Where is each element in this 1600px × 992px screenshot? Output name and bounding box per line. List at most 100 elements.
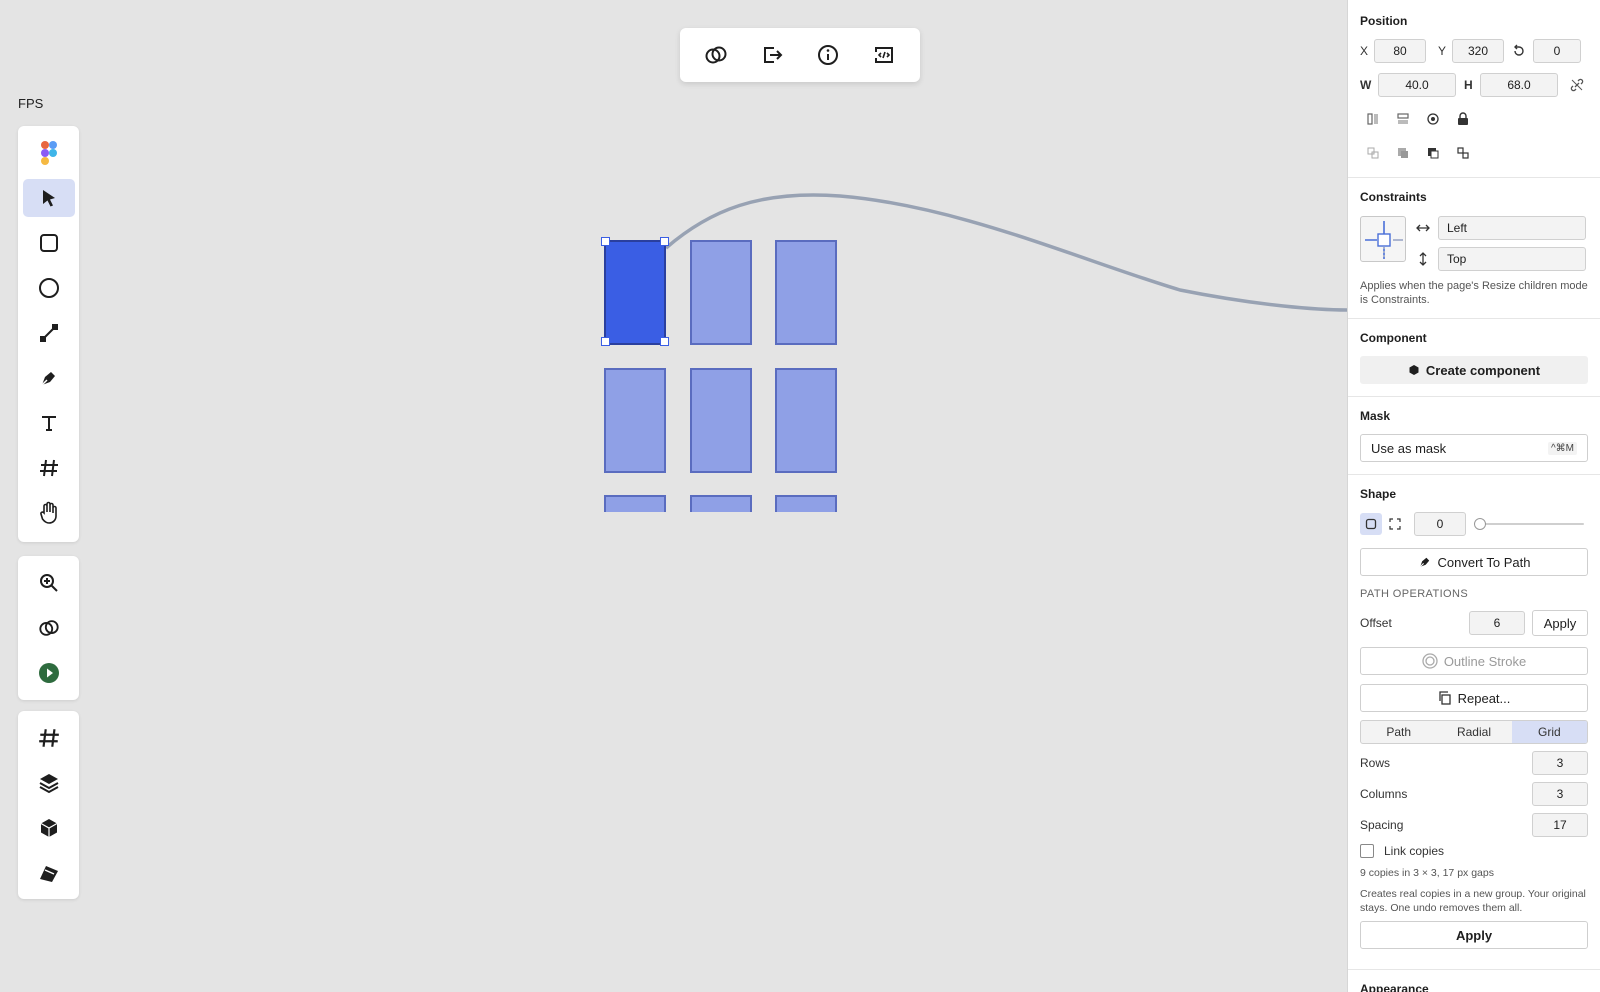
play-icon[interactable] [23, 654, 75, 692]
x-label: X [1360, 44, 1369, 58]
target-icon[interactable] [1422, 108, 1444, 130]
pen-icon[interactable] [23, 359, 75, 397]
boolean-icon[interactable] [23, 609, 75, 647]
canvas[interactable]: FPS [0, 0, 1347, 992]
send-to-back-icon[interactable] [1392, 142, 1414, 164]
ellipse-icon[interactable] [23, 269, 75, 307]
resize-handle[interactable] [601, 337, 610, 346]
mask-section: Mask Use as mask ^⌘M [1348, 397, 1600, 475]
top-toolbar [680, 28, 920, 82]
horizontal-constraint-select[interactable]: Left [1438, 216, 1586, 240]
outline-stroke-icon [1422, 653, 1438, 669]
corner-radius-uniform-icon[interactable] [1360, 513, 1382, 535]
pointer-icon[interactable] [22, 179, 75, 217]
resize-handle[interactable] [660, 237, 669, 246]
vertical-constraint-select[interactable]: Top [1438, 247, 1586, 271]
section-title: Appearance [1360, 982, 1429, 992]
grid-copy-rectangle[interactable] [690, 368, 752, 473]
h-label: H [1464, 78, 1473, 92]
repeat-mode-tabs: Path Radial Grid [1360, 720, 1588, 744]
repeat-note: Creates real copies in a new group. Your… [1360, 888, 1586, 914]
create-component-label: Create component [1425, 362, 1541, 378]
hand-icon[interactable] [23, 494, 75, 532]
link-copies-checkbox[interactable] [1360, 844, 1374, 858]
height-input[interactable]: 68.0 [1480, 73, 1558, 97]
bring-forward-icon[interactable] [1422, 142, 1444, 164]
rotation-icon [1508, 40, 1530, 62]
rows-input[interactable]: 3 [1532, 751, 1588, 775]
corner-radius-individual-icon[interactable] [1384, 513, 1406, 535]
shape-section: Shape 0 Convert To Path PATH OPERATIONS … [1348, 475, 1600, 970]
figma-logo-icon[interactable] [23, 134, 75, 172]
repeat-button[interactable]: Repeat... [1360, 684, 1588, 712]
spacing-input[interactable]: 17 [1532, 813, 1588, 837]
rectangle-icon[interactable] [23, 224, 75, 262]
outline-stroke-label: Outline Stroke [1443, 653, 1527, 669]
export-icon[interactable] [752, 35, 792, 75]
corner-radius-slider[interactable] [1474, 513, 1584, 535]
unlink-ratio-icon[interactable] [1566, 74, 1588, 96]
rotation-input[interactable]: 0 [1533, 39, 1581, 63]
columns-input[interactable]: 3 [1532, 782, 1588, 806]
zoom-in-icon[interactable] [23, 564, 75, 602]
flip-horizontal-icon[interactable] [1362, 108, 1384, 130]
outline-stroke-button[interactable]: Outline Stroke [1360, 647, 1588, 675]
layers-icon[interactable] [23, 764, 75, 802]
flip-vertical-icon[interactable] [1392, 108, 1414, 130]
lock-icon[interactable] [1452, 108, 1474, 130]
constraint-widget[interactable] [1360, 216, 1406, 262]
line-icon[interactable] [23, 314, 75, 352]
boolean-icon[interactable] [696, 35, 736, 75]
resize-handle[interactable] [601, 237, 610, 246]
component-icon[interactable] [23, 809, 75, 847]
component-icon [1409, 365, 1419, 375]
corner-radius-input[interactable]: 0 [1414, 512, 1466, 536]
section-title: Mask [1360, 409, 1391, 423]
pen-icon [1419, 557, 1429, 568]
grid-copy-rectangle[interactable] [690, 495, 752, 512]
x-input[interactable]: 80 [1374, 39, 1426, 63]
width-input[interactable]: 40.0 [1378, 73, 1456, 97]
code-icon[interactable] [864, 35, 904, 75]
offset-input[interactable]: 6 [1469, 611, 1525, 635]
grid-copy-rectangle[interactable] [690, 240, 752, 345]
tab-grid[interactable]: Grid [1511, 721, 1587, 743]
section-title: Constraints [1360, 190, 1427, 204]
link-copies-label: Link copies [1384, 844, 1445, 858]
y-input[interactable]: 320 [1452, 39, 1504, 63]
grid-copy-rectangle[interactable] [775, 368, 837, 473]
convert-to-path-button[interactable]: Convert To Path [1360, 548, 1588, 576]
repeat-label: Repeat... [1457, 690, 1511, 706]
section-title: Shape [1360, 487, 1397, 501]
create-component-button[interactable]: Create component [1360, 356, 1588, 384]
text-icon[interactable] [23, 404, 75, 442]
tab-path[interactable]: Path [1361, 721, 1436, 743]
tab-radial[interactable]: Radial [1436, 721, 1511, 743]
info-icon[interactable] [808, 35, 848, 75]
position-section: Position X 80 Y 320 0 W 40.0 H 68.0 [1348, 0, 1600, 178]
rows-label: Rows [1360, 756, 1391, 770]
offset-apply-button[interactable]: Apply [1532, 610, 1588, 636]
bring-to-front-icon[interactable] [1452, 142, 1474, 164]
slider-thumb[interactable] [1474, 518, 1486, 530]
grid-copy-rectangle[interactable] [604, 495, 666, 512]
assets-icon[interactable] [23, 854, 75, 892]
send-backward-icon[interactable] [1362, 142, 1384, 164]
frame-icon[interactable] [23, 719, 75, 757]
mask-shortcut: ^⌘M [1547, 441, 1577, 455]
tools-main [18, 126, 79, 542]
selected-rectangle[interactable] [604, 240, 666, 345]
curve-path[interactable] [0, 0, 1347, 992]
repeat-summary: 9 copies in 3 × 3, 17 px gaps [1360, 867, 1494, 879]
grid-copy-rectangle[interactable] [604, 368, 666, 473]
use-as-mask-button[interactable]: Use as mask ^⌘M [1360, 434, 1588, 462]
grid-copy-rectangle[interactable] [775, 240, 837, 345]
y-label: Y [1438, 44, 1447, 58]
section-title: Position [1360, 14, 1408, 28]
offset-label: Offset [1360, 616, 1392, 630]
resize-handle[interactable] [660, 337, 669, 346]
grid-copy-rectangle[interactable] [775, 495, 837, 512]
frame-icon[interactable] [23, 449, 75, 487]
component-section: Component Create component [1348, 319, 1600, 397]
repeat-apply-button[interactable]: Apply [1360, 921, 1588, 949]
